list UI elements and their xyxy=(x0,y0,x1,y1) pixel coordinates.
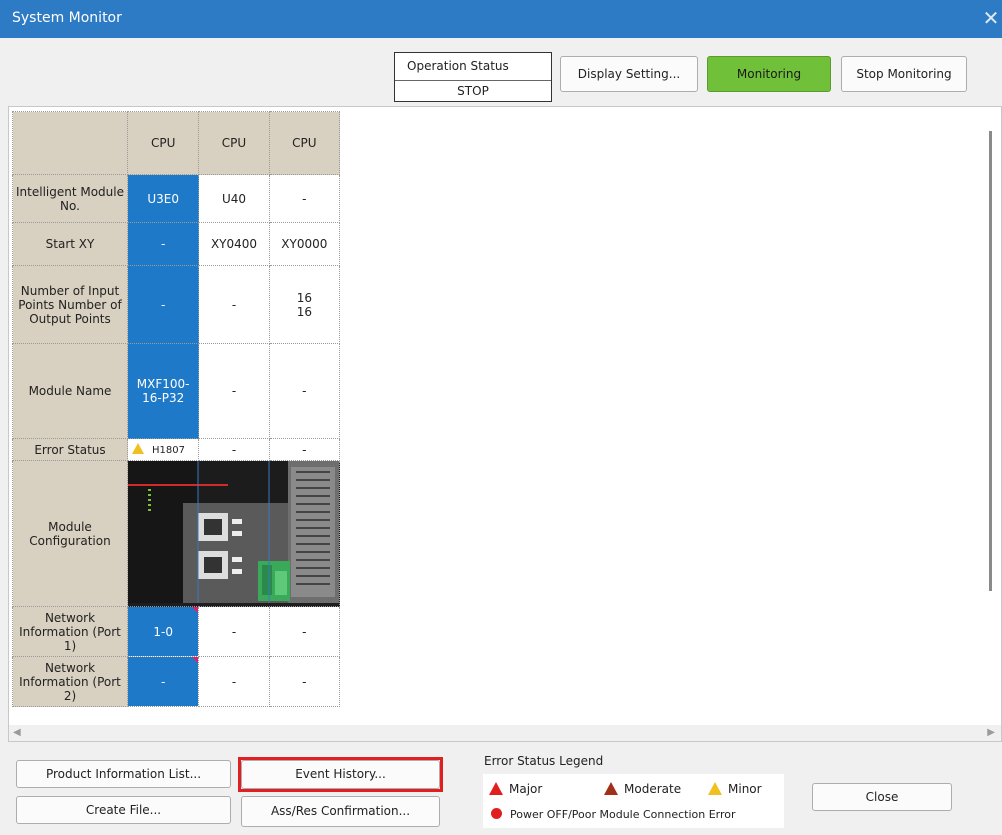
row-label-network-port2: Network Information (Port 2) xyxy=(12,656,128,707)
row-label-network-port1: Network Information (Port 1) xyxy=(12,606,128,657)
table-row: Module Configuration xyxy=(12,460,340,607)
input-points-value: 16 xyxy=(296,290,312,305)
cell-intelligent-module-no-2[interactable]: U40 xyxy=(198,174,270,223)
cell-intelligent-module-no-3[interactable]: - xyxy=(268,174,341,223)
cell-network-port2-3[interactable]: - xyxy=(268,656,341,707)
table-row: Error Status H1807 - - xyxy=(12,438,341,461)
cell-network-port1-3[interactable]: - xyxy=(268,606,341,657)
close-window-icon[interactable]: ✕ xyxy=(980,4,1002,32)
cell-network-port2-2[interactable]: - xyxy=(198,656,270,707)
legend-minor: Minor xyxy=(708,782,762,796)
product-information-list-button[interactable]: Product Information List... xyxy=(16,760,231,788)
cell-start-xy-1[interactable]: - xyxy=(126,222,200,266)
table-row: Network Information (Port 2) - - - xyxy=(12,656,341,707)
monitoring-button[interactable]: Monitoring xyxy=(707,56,831,92)
cell-error-status-1[interactable]: H1807 xyxy=(126,438,200,461)
operation-status-value: STOP xyxy=(395,80,551,102)
operation-status-label: Operation Status xyxy=(407,59,509,73)
display-setting-button[interactable]: Display Setting... xyxy=(560,56,698,92)
scroll-left-icon[interactable]: ◀ xyxy=(13,725,21,741)
row-label-io-points: Number of Input Points Number of Output … xyxy=(12,265,128,344)
row-label-module-configuration: Module Configuration xyxy=(12,460,128,607)
cell-module-name-2[interactable]: - xyxy=(198,343,270,439)
cell-intelligent-module-no-1[interactable]: U3E0 xyxy=(126,174,200,223)
major-error-icon xyxy=(489,782,503,795)
corner-cell xyxy=(12,111,128,175)
row-label-error-status: Error Status xyxy=(12,438,128,461)
stop-monitoring-button[interactable]: Stop Monitoring xyxy=(841,56,967,92)
moderate-error-icon xyxy=(604,782,618,795)
create-file-button[interactable]: Create File... xyxy=(16,796,231,824)
cell-io-points-1[interactable]: - xyxy=(126,265,200,344)
event-history-highlight xyxy=(238,757,443,792)
system-monitor-window: System Monitor ✕ Operation Status STOP D… xyxy=(0,0,1002,835)
window-title: System Monitor xyxy=(12,10,122,26)
cell-io-points-2[interactable]: - xyxy=(198,265,270,344)
cell-start-xy-2[interactable]: XY0400 xyxy=(198,222,270,266)
minor-error-warning-icon xyxy=(132,442,144,454)
error-status-legend-title: Error Status Legend xyxy=(484,754,604,768)
cell-network-port2-1[interactable]: - xyxy=(126,656,200,707)
cell-error-status-2[interactable]: - xyxy=(198,438,270,461)
title-bar: System Monitor ✕ xyxy=(0,0,1002,38)
output-points-value: 16 xyxy=(296,304,312,319)
close-button[interactable]: Close xyxy=(812,783,952,811)
scroll-right-icon[interactable]: ▶ xyxy=(987,725,995,741)
table-row: Network Information (Port 1) 1-0 - - xyxy=(12,606,341,657)
table-row: Intelligent Module No. U3E0 U40 - xyxy=(12,174,341,223)
column-header-row: CPU CPU CPU xyxy=(12,111,341,175)
legend-major-label: Major xyxy=(509,782,543,796)
power-off-error-icon xyxy=(491,808,502,819)
cell-io-points-3[interactable]: 16 16 xyxy=(268,265,341,344)
column-header-cpu-3[interactable]: CPU xyxy=(268,111,341,175)
monitor-header: Operation Status STOP Display Setting...… xyxy=(8,42,994,102)
ass-res-confirmation-button[interactable]: Ass/Res Confirmation... xyxy=(241,796,440,827)
column-header-cpu-2[interactable]: CPU xyxy=(198,111,270,175)
module-configuration-image[interactable] xyxy=(127,460,340,607)
row-label-intelligent-module-no: Intelligent Module No. xyxy=(12,174,128,223)
legend-minor-label: Minor xyxy=(728,782,762,796)
error-code: H1807 xyxy=(152,444,185,456)
vertical-scroll-thumb[interactable] xyxy=(989,131,992,591)
system-configuration-panel: CPU CPU CPU Intelligent Module No. U3E0 … xyxy=(8,106,1002,742)
vertical-scrollbar[interactable] xyxy=(985,111,999,723)
error-status-legend: Major Moderate Minor Power OFF/Poor Modu… xyxy=(483,774,784,828)
cell-network-port1-2[interactable]: - xyxy=(198,606,270,657)
legend-moderate: Moderate xyxy=(604,782,681,796)
cell-network-port1-1[interactable]: 1-0 xyxy=(126,606,200,657)
cell-module-name-1[interactable]: MXF100-16-P32 xyxy=(126,343,200,439)
minor-error-icon xyxy=(708,782,722,795)
column-header-cpu-1[interactable]: CPU xyxy=(126,111,200,175)
operation-status-box: Operation Status STOP xyxy=(394,52,552,102)
module-table: CPU CPU CPU Intelligent Module No. U3E0 … xyxy=(12,111,341,707)
table-row: Module Name MXF100-16-P32 - - xyxy=(12,343,341,439)
legend-major: Major xyxy=(489,782,542,796)
legend-power-off: Power OFF/Poor Module Connection Error xyxy=(491,808,736,821)
cell-error-status-3[interactable]: - xyxy=(268,438,341,461)
table-row: Start XY - XY0400 XY0000 xyxy=(12,222,341,266)
row-label-start-xy: Start XY xyxy=(12,222,128,266)
horizontal-scrollbar[interactable]: ◀ ▶ xyxy=(9,725,1001,741)
legend-power-off-label: Power OFF/Poor Module Connection Error xyxy=(510,808,736,821)
row-label-module-name: Module Name xyxy=(12,343,128,439)
module-hardware-icon xyxy=(128,461,339,603)
cell-start-xy-3[interactable]: XY0000 xyxy=(268,222,341,266)
cell-module-name-3[interactable]: - xyxy=(268,343,341,439)
table-row: Number of Input Points Number of Output … xyxy=(12,265,341,344)
legend-moderate-label: Moderate xyxy=(624,782,682,796)
